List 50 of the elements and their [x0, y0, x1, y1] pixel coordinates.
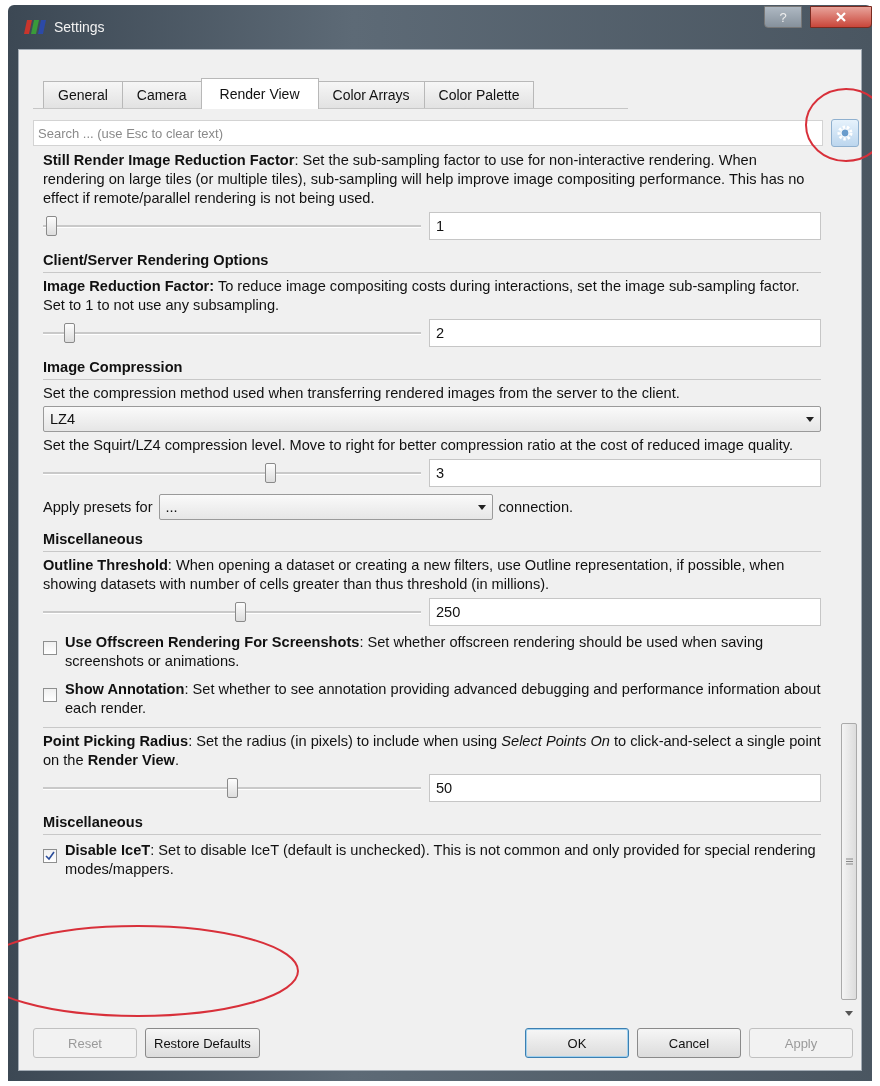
dialog-button[interactable]: Cancel	[637, 1028, 741, 1058]
scroll-down-arrow-icon[interactable]	[845, 1011, 853, 1016]
checkbox[interactable]	[43, 849, 57, 863]
checkbox[interactable]	[43, 641, 57, 655]
value-field[interactable]: 2	[429, 319, 821, 347]
section-heading: Client/Server Rendering Options	[43, 245, 821, 273]
dropdown[interactable]: LZ4	[43, 406, 821, 432]
section-heading: Miscellaneous	[43, 524, 821, 552]
slider[interactable]	[43, 777, 421, 799]
setting-description: Image Reduction Factor: To reduce image compositing costs during interactions, set the image sub-sampling factor. Set to 1 to not use any subsampling.	[43, 277, 801, 315]
value-field[interactable]: 3	[429, 459, 821, 487]
value-field[interactable]: 1	[429, 212, 821, 240]
tab[interactable]: Color Palette	[423, 81, 535, 108]
slider[interactable]	[43, 462, 421, 484]
slider[interactable]	[43, 322, 421, 344]
search-field[interactable]: Search ... (use Esc to clear text)	[33, 120, 823, 146]
dropdown-caret-icon	[477, 504, 486, 510]
setting-description: Show Annotation: Set whether to see annotation providing advanced debugging and performance information about each render.	[65, 680, 821, 718]
setting-description: Point Picking Radius: Set the radius (in pixels) to include when using Select Points On to click-and-select a single point on the Render View.	[43, 732, 821, 770]
close-button[interactable]	[810, 6, 872, 28]
slider[interactable]	[43, 601, 421, 623]
tab[interactable]: General	[43, 81, 123, 108]
dialog-button[interactable]: Restore Defaults	[145, 1028, 260, 1058]
field-label: Apply presets for	[43, 497, 153, 517]
dropdown[interactable]: ...	[158, 494, 493, 520]
window-title: Settings	[54, 19, 106, 35]
tab[interactable]: Color Arrays	[317, 81, 425, 108]
tab[interactable]: Camera	[121, 81, 202, 108]
tab[interactable]: Render View	[200, 78, 319, 109]
section-heading: Image Compression	[43, 352, 821, 380]
slider[interactable]	[43, 215, 421, 237]
value-field[interactable]: 50	[429, 774, 821, 802]
grip-icon	[845, 858, 853, 865]
setting-description: Use Offscreen Rendering For Screenshots: Set whether offscreen rendering should be used when saving screenshots or animations.	[65, 633, 765, 671]
setting-description: Still Render Image Reduction Factor: Set the sub-sampling factor to use for non-interactive rendering. When rendering on large tiles (or multiple tiles), sub-sampling will help improve image compositing performance. This has no effect if remote/parallel rendering is not being used.	[43, 151, 806, 208]
setting-description: Disable IceT: Set to disable IceT (default is unchecked). This is not common and only provided for special rendering modes/mappers.	[65, 841, 817, 879]
dropdown-caret-icon	[806, 416, 814, 422]
dialog-button[interactable]: OK	[525, 1028, 629, 1058]
field-label: connection.	[498, 497, 574, 517]
setting-description: Set the Squirt/LZ4 compression level. Move to right for better compression ratio at the cost of reduced image quality.	[43, 436, 795, 455]
value-field[interactable]: 250	[429, 598, 821, 626]
checkbox[interactable]	[43, 688, 57, 702]
check-icon	[45, 851, 55, 861]
gear-icon	[836, 124, 854, 142]
advanced-settings-button[interactable]	[831, 119, 859, 147]
app-logo-icon	[24, 20, 46, 34]
close-icon	[836, 12, 846, 22]
section-heading: Miscellaneous	[43, 807, 821, 835]
setting-description: Outline Threshold: When opening a dataset or creating a new filters, use Outline representation, if possible, when showing datasets with number of cells greater than thus threshold (in millions).	[43, 556, 786, 594]
setting-description: Set the compression method used when transferring rendered images from the server to the client.	[43, 384, 681, 403]
